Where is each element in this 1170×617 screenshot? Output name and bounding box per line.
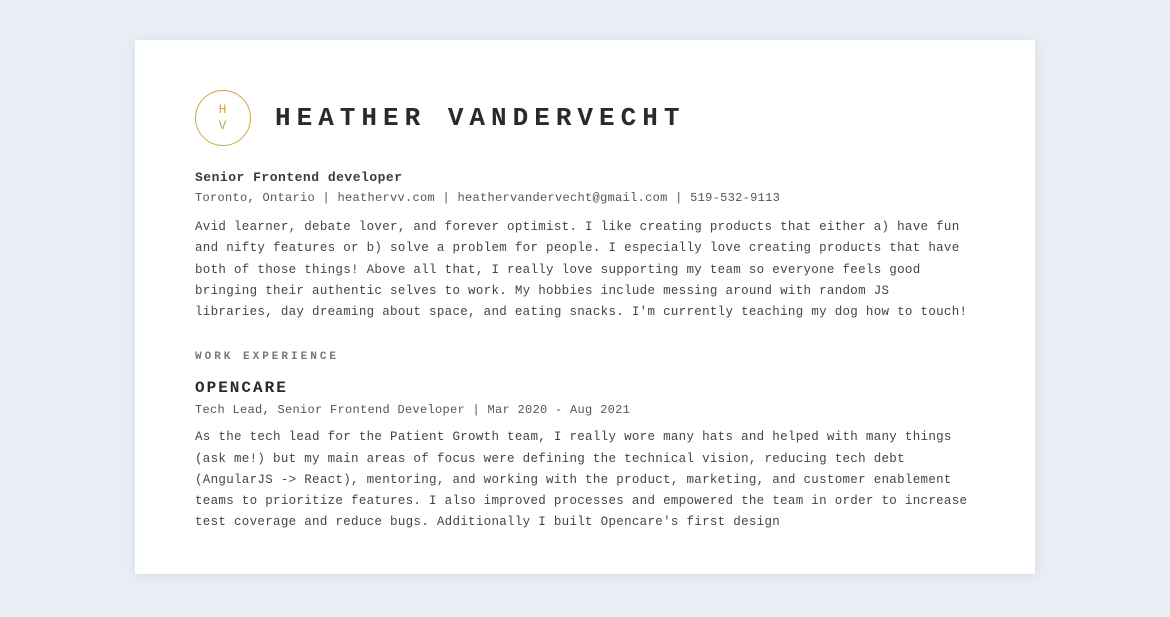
role-description: As the tech lead for the Patient Growth … bbox=[195, 427, 975, 533]
work-experience-label: WORK EXPERIENCE bbox=[195, 351, 975, 363]
resume-card: H V HEATHER VANDERVECHT Senior Frontend … bbox=[135, 40, 1035, 574]
avatar: H V bbox=[195, 90, 251, 146]
full-name: HEATHER VANDERVECHT bbox=[275, 103, 685, 133]
bio-text: Avid learner, debate lover, and forever … bbox=[195, 217, 975, 323]
name-block: HEATHER VANDERVECHT bbox=[275, 103, 685, 133]
contact-block: Senior Frontend developer Toronto, Ontar… bbox=[195, 170, 975, 323]
contact-line: Toronto, Ontario | heathervv.com | heath… bbox=[195, 191, 975, 205]
role-date: Tech Lead, Senior Frontend Developer | M… bbox=[195, 403, 975, 417]
company-name: OPENCARE bbox=[195, 379, 975, 397]
avatar-initial-h: H bbox=[219, 102, 228, 118]
header-section: H V HEATHER VANDERVECHT bbox=[195, 90, 975, 146]
job-entry-opencare: OPENCARE Tech Lead, Senior Frontend Deve… bbox=[195, 379, 975, 533]
job-title: Senior Frontend developer bbox=[195, 170, 975, 185]
avatar-initial-v: V bbox=[219, 118, 228, 134]
